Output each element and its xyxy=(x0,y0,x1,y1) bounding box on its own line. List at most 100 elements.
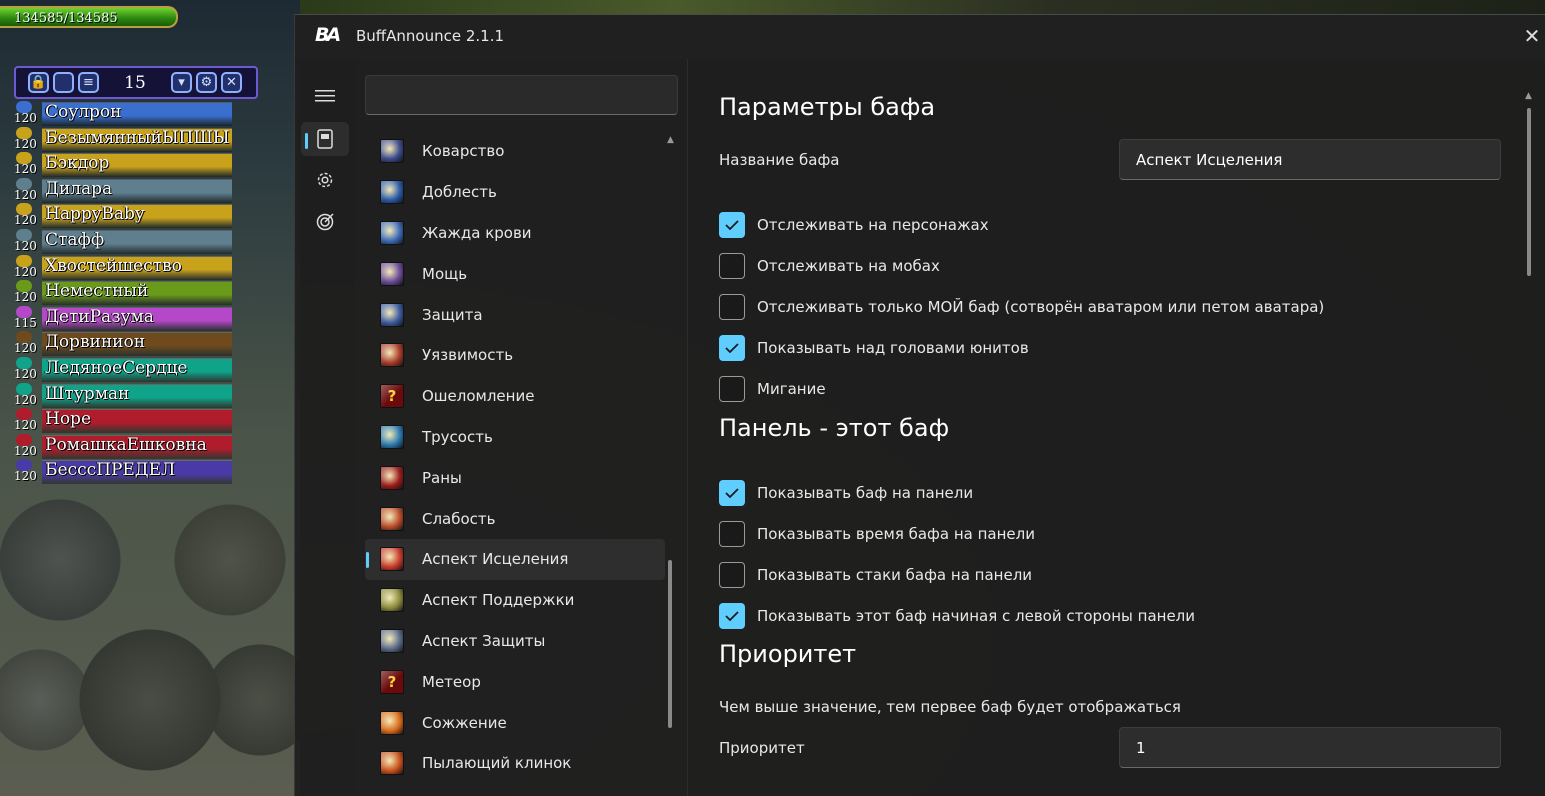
raid-member-row[interactable]: 120 БесссПРЕДЕЛ xyxy=(14,459,232,486)
buff-list-item[interactable]: Слабость xyxy=(365,498,665,539)
raid-member-row[interactable]: 120 Штурман xyxy=(14,382,232,410)
raid-member-level: 120 xyxy=(14,187,37,202)
buff-list-item[interactable]: Уязвимость xyxy=(365,335,665,376)
buffannounce-window: BA BuffAnnounce 2.1.1 ✕ Коварство Доблес… xyxy=(294,14,1545,796)
buff-label: Аспект Поддержки xyxy=(422,591,575,610)
buff-label: Ошеломление xyxy=(422,387,535,406)
buff-list-item[interactable]: Аспект Исцеления xyxy=(365,538,665,580)
hamburger-button[interactable] xyxy=(301,79,349,113)
buff-label: Сожжение xyxy=(422,713,507,732)
close-icon[interactable]: ✕ xyxy=(221,72,242,93)
health-bar: 134585/134585 xyxy=(0,6,178,28)
raid-member-name: БезымянныйЫПШЫ xyxy=(45,127,230,148)
checkmark-icon xyxy=(725,611,739,622)
buff-list-item[interactable]: Доблесть xyxy=(365,172,665,213)
nav-buffs[interactable] xyxy=(301,122,349,156)
checkbox-checked[interactable] xyxy=(719,335,745,361)
raid-member-row[interactable]: 120 Бэкдор xyxy=(14,152,232,179)
details-scroll-up-icon[interactable]: ▲ xyxy=(1525,91,1532,101)
checkbox-row[interactable]: Мигание xyxy=(719,376,826,402)
raid-member-row[interactable]: 120 HappyBaby xyxy=(14,203,232,230)
details-scrollbar[interactable] xyxy=(1527,108,1531,276)
buff-list-item[interactable]: Мощь xyxy=(365,253,665,294)
square-icon[interactable] xyxy=(53,72,74,93)
buff-list-item[interactable]: Защита xyxy=(365,294,665,335)
nav-settings[interactable] xyxy=(301,163,349,197)
buff-list-item[interactable]: Трусость xyxy=(365,417,665,458)
raid-member-row[interactable]: 120 Hope xyxy=(14,408,232,435)
buff-list-item[interactable]: Аспект Защиты xyxy=(365,621,665,662)
raid-member-name: РомашкаЕшковна xyxy=(45,434,207,455)
buff-icon xyxy=(380,261,404,286)
checkbox-row[interactable]: Отслеживать на мобах xyxy=(719,253,940,279)
raid-member-row[interactable]: 120 Неместный xyxy=(14,280,232,307)
priority-description: Чем выше значение, тем первее баф будет … xyxy=(719,698,1181,716)
lock-icon[interactable]: 🔒 xyxy=(28,72,49,93)
checkbox-checked[interactable] xyxy=(719,212,745,238)
checkbox-label: Показывать баф на панели xyxy=(757,484,974,502)
buff-name-label: Название бафа xyxy=(719,151,840,169)
checkbox[interactable] xyxy=(719,294,745,320)
buff-label: Аспект Защиты xyxy=(422,631,546,650)
checkbox[interactable] xyxy=(719,376,745,402)
list-icon[interactable]: ≡ xyxy=(78,72,99,93)
buff-list-item[interactable]: Коварство xyxy=(365,131,665,172)
question-mark-icon: ? xyxy=(380,669,404,694)
buff-label: Мощь xyxy=(422,264,468,283)
checkbox-row[interactable]: Показывать баф на панели xyxy=(719,480,973,506)
checkbox-checked[interactable] xyxy=(719,603,745,629)
checkbox-checked[interactable] xyxy=(719,480,745,506)
buff-icon xyxy=(380,465,404,490)
checkbox[interactable] xyxy=(719,253,745,279)
buff-list-item[interactable]: Жажда крови xyxy=(365,213,665,254)
buff-label: Пылающий клинок xyxy=(422,754,572,773)
checkbox[interactable] xyxy=(719,521,745,547)
raid-member-row[interactable]: 120 ЛедяноеСердце xyxy=(14,356,232,384)
raid-member-name: Дорвинион xyxy=(45,332,146,353)
raid-member-row[interactable]: 115 ДетиРазума xyxy=(14,305,232,333)
raid-member-row[interactable]: 120 Дилара xyxy=(14,177,232,205)
raid-member-row[interactable]: 120 Стафф xyxy=(14,228,232,256)
buff-icon xyxy=(380,220,404,245)
raid-member-row[interactable]: 120 БезымянныйЫПШЫ xyxy=(14,126,232,154)
buff-list-item[interactable]: Раны xyxy=(365,457,665,498)
buff-label: Доблесть xyxy=(422,183,497,202)
raid-member-row[interactable]: 120 РомашкаЕшковна xyxy=(14,433,232,461)
buff-name-field[interactable] xyxy=(1119,139,1501,180)
checkbox-row[interactable]: Показывать время бафа на панели xyxy=(719,521,1035,547)
checkbox-row[interactable]: Отслеживать только МОЙ баф (сотворён ава… xyxy=(719,294,1324,320)
buff-list-item[interactable]: ? Метеор xyxy=(365,661,665,702)
checkbox-row[interactable]: Показывать стаки бафа на панели xyxy=(719,562,1032,588)
buff-list-item[interactable]: ? Ошеломление xyxy=(365,376,665,417)
checkbox-label: Показывать этот баф начиная с левой стор… xyxy=(757,607,1196,625)
nav-targets[interactable] xyxy=(301,204,349,238)
list-scroll-up-icon[interactable]: ▲ xyxy=(667,135,674,145)
list-scrollbar[interactable] xyxy=(668,560,672,728)
health-text: 134585/134585 xyxy=(14,11,118,26)
checkbox-row[interactable]: Отслеживать на персонажах xyxy=(719,212,989,238)
checkbox[interactable] xyxy=(719,562,745,588)
checkbox-label: Отслеживать на персонажах xyxy=(757,216,989,234)
raid-member-row[interactable]: 120 Хвостейшество xyxy=(14,254,232,282)
wrench-icon[interactable]: ⚙ xyxy=(196,72,217,93)
close-button[interactable]: ✕ xyxy=(1519,21,1545,51)
buff-list-item[interactable]: Сожжение xyxy=(365,702,665,743)
priority-field[interactable] xyxy=(1119,727,1501,768)
checkbox-row[interactable]: Показывать над головами юнитов xyxy=(719,335,1029,361)
raid-member-level: 120 xyxy=(14,469,37,484)
buff-list-item[interactable]: Пылающий клинок xyxy=(365,743,665,784)
app-logo: BA xyxy=(315,24,341,46)
dropdown-icon[interactable]: ▾ xyxy=(171,72,192,93)
title-bar[interactable]: BA BuffAnnounce 2.1.1 ✕ xyxy=(295,15,1545,59)
raid-member-row[interactable]: 120 Соулрон xyxy=(14,101,232,128)
checkbox-label: Мигание xyxy=(757,380,826,398)
buff-list-item[interactable]: Аспект Поддержки xyxy=(365,580,665,621)
raid-member-level: 120 xyxy=(14,111,37,125)
raid-member-row[interactable]: 120 Дорвинион xyxy=(14,331,232,358)
buff-icon xyxy=(380,710,404,735)
buff-label: Аспект Исцеления xyxy=(422,550,569,569)
search-input[interactable] xyxy=(365,75,678,115)
checkbox-row[interactable]: Показывать этот баф начиная с левой стор… xyxy=(719,603,1195,629)
game-scene-strip xyxy=(300,0,1545,14)
target-icon xyxy=(316,213,334,231)
